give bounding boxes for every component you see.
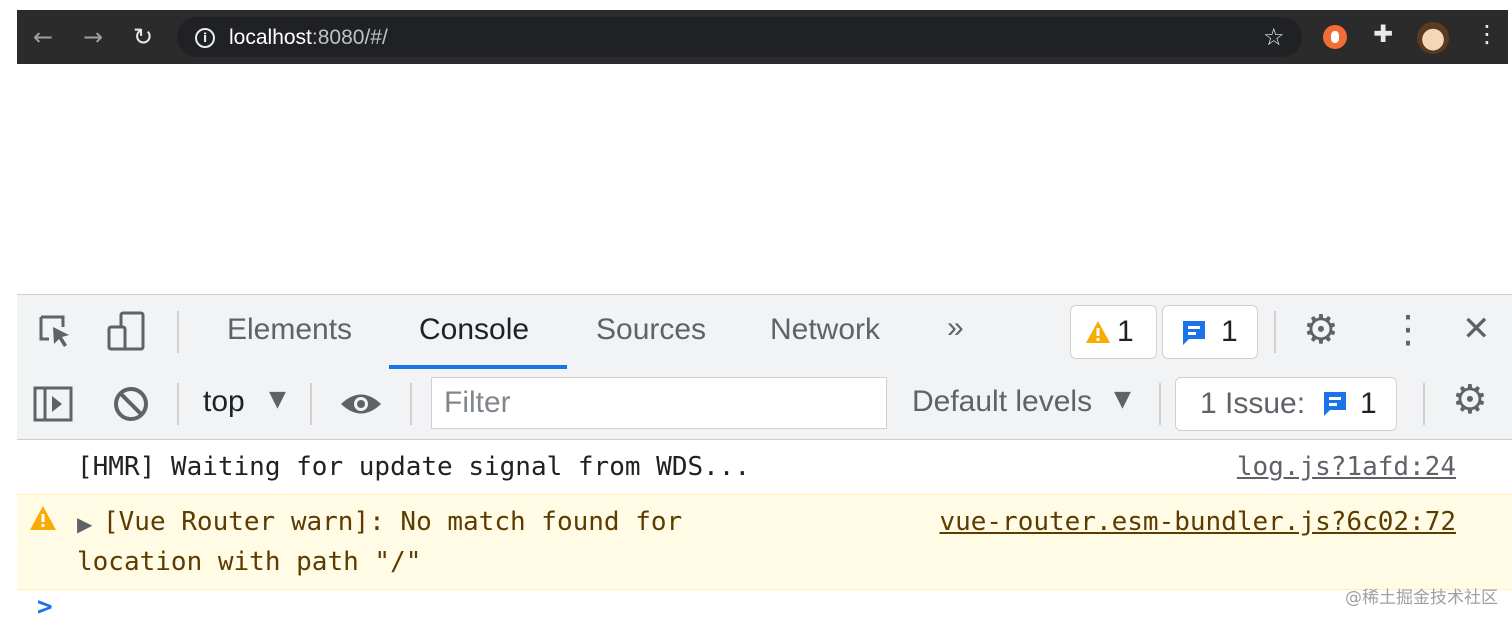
- star-icon[interactable]: ☆: [1263, 23, 1285, 51]
- eye-icon[interactable]: [339, 391, 383, 417]
- sidebar-toggle-icon[interactable]: [33, 386, 73, 422]
- divider: [177, 383, 179, 425]
- chevron-down-icon[interactable]: ▼: [269, 387, 286, 412]
- warnings-badge[interactable]: 1: [1070, 305, 1157, 359]
- back-icon[interactable]: ←: [27, 21, 59, 53]
- divider: [410, 383, 412, 425]
- warning-count: 1: [1117, 315, 1134, 348]
- divider: [177, 311, 179, 353]
- tab-sources[interactable]: Sources: [596, 313, 706, 347]
- puzzle-icon[interactable]: ✚: [1373, 20, 1393, 48]
- message-icon: [1183, 321, 1205, 345]
- url-path: :8080/#/: [311, 26, 388, 49]
- warning-text-line1: [Vue Router warn]: No match found for: [103, 507, 683, 537]
- more-tabs-button[interactable]: »: [947, 311, 964, 345]
- log-levels-dropdown[interactable]: Default levels: [912, 385, 1092, 419]
- tab-elements[interactable]: Elements: [227, 313, 352, 347]
- issues-count: 1: [1360, 387, 1377, 420]
- divider: [1159, 383, 1161, 425]
- tab-network[interactable]: Network: [770, 313, 880, 347]
- issues-label: 1 Issue:: [1200, 387, 1306, 420]
- divider: [1423, 383, 1425, 425]
- source-link[interactable]: log.js?1afd:24: [1237, 452, 1456, 482]
- url-text[interactable]: localhost:8080/#/: [229, 26, 388, 50]
- extension-icon[interactable]: [1323, 25, 1347, 49]
- watermark: @稀土掘金技术社区: [1345, 588, 1498, 608]
- message-count: 1: [1221, 315, 1238, 348]
- warning-text-line2: location with path "/": [77, 547, 422, 577]
- filter-input[interactable]: [431, 377, 887, 429]
- kebab-menu-icon[interactable]: ⋮: [1389, 307, 1427, 351]
- divider: [310, 383, 312, 425]
- message-icon: [1324, 392, 1346, 416]
- console-message: [HMR] Waiting for update signal from WDS…: [77, 452, 751, 482]
- info-icon[interactable]: i: [195, 28, 215, 48]
- gear-icon[interactable]: ⚙: [1452, 377, 1488, 423]
- avatar[interactable]: [1417, 22, 1449, 54]
- devtools-panel: Elements Console Sources Network » 1 1 ⚙…: [17, 294, 1512, 626]
- warning-icon: [30, 506, 56, 530]
- expand-triangle-icon[interactable]: ▶: [77, 512, 92, 536]
- forward-icon[interactable]: →: [77, 21, 109, 53]
- devtools-tabbar: Elements Console Sources Network » 1 1 ⚙…: [17, 294, 1512, 370]
- inspect-element-icon[interactable]: [37, 313, 75, 351]
- messages-badge[interactable]: 1: [1162, 305, 1258, 359]
- source-link[interactable]: vue-router.esm-bundler.js?6c02:72: [939, 507, 1456, 537]
- console-toolbar: top ▼ Default levels ▼ 1 Issue: 1 ⚙: [17, 369, 1512, 440]
- divider: [1274, 311, 1276, 353]
- warning-icon: [1086, 321, 1110, 343]
- url-host: localhost: [229, 26, 312, 49]
- browser-toolbar: ← → ↻ i localhost:8080/#/ ☆ ✚ ⋮: [17, 10, 1508, 64]
- kebab-menu-icon[interactable]: ⋮: [1475, 20, 1499, 48]
- issues-button[interactable]: 1 Issue: 1: [1175, 377, 1397, 431]
- device-toolbar-icon[interactable]: [105, 309, 149, 353]
- chevron-down-icon[interactable]: ▼: [1114, 387, 1131, 412]
- close-icon[interactable]: ✕: [1462, 309, 1491, 349]
- console-output: [HMR] Waiting for update signal from WDS…: [17, 440, 1512, 626]
- reload-icon[interactable]: ↻: [127, 21, 159, 53]
- gear-icon[interactable]: ⚙: [1303, 307, 1339, 353]
- context-selector[interactable]: top: [203, 385, 245, 419]
- console-prompt[interactable]: >: [37, 592, 53, 622]
- address-bar[interactable]: i localhost:8080/#/ ☆: [177, 17, 1302, 57]
- tab-console[interactable]: Console: [419, 313, 529, 347]
- console-warning: ▶ [Vue Router warn]: No match found for …: [17, 494, 1512, 590]
- clear-console-icon[interactable]: [112, 385, 150, 423]
